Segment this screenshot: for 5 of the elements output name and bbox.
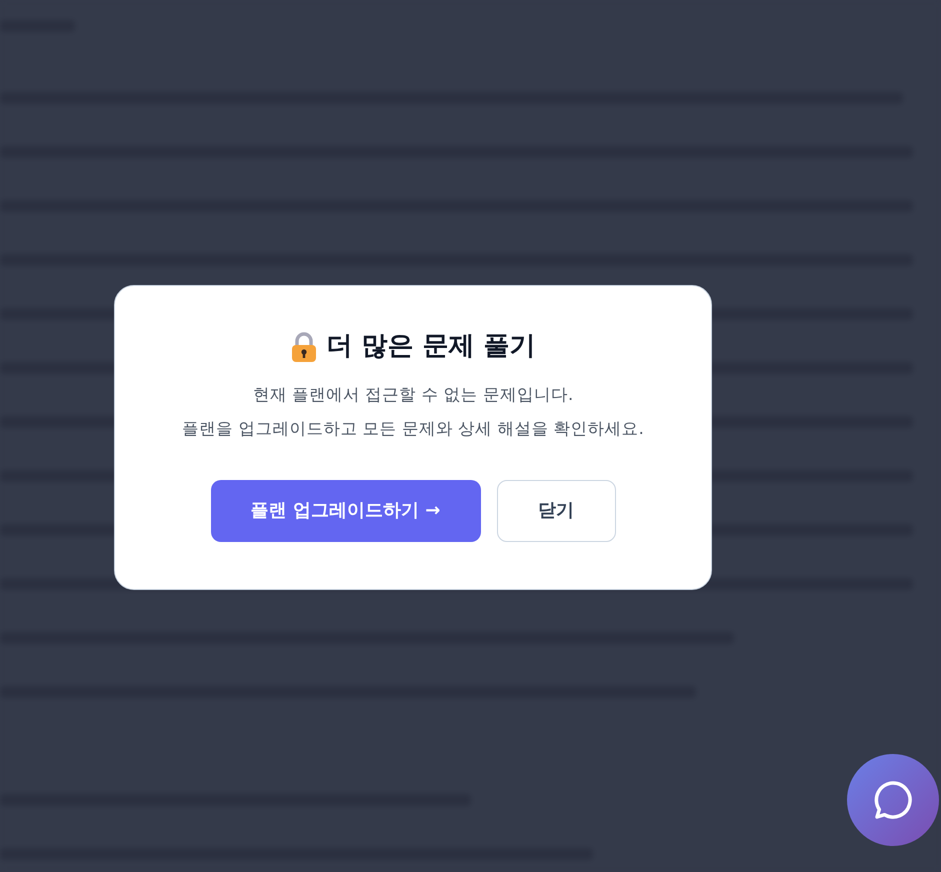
upgrade-button[interactable]: 플랜 업그레이드하기 → [210, 480, 480, 542]
close-button[interactable]: 닫기 [496, 480, 616, 542]
dialog-message: 현재 플랜에서 접근할 수 없는 문제입니다. 플랜을 업그레이드하고 모든 문제와 상세 해설을 확인하세요. [181, 384, 645, 440]
padlock-icon [290, 330, 318, 363]
dialog-title: 더 많은 문제 풀기 [326, 330, 536, 363]
